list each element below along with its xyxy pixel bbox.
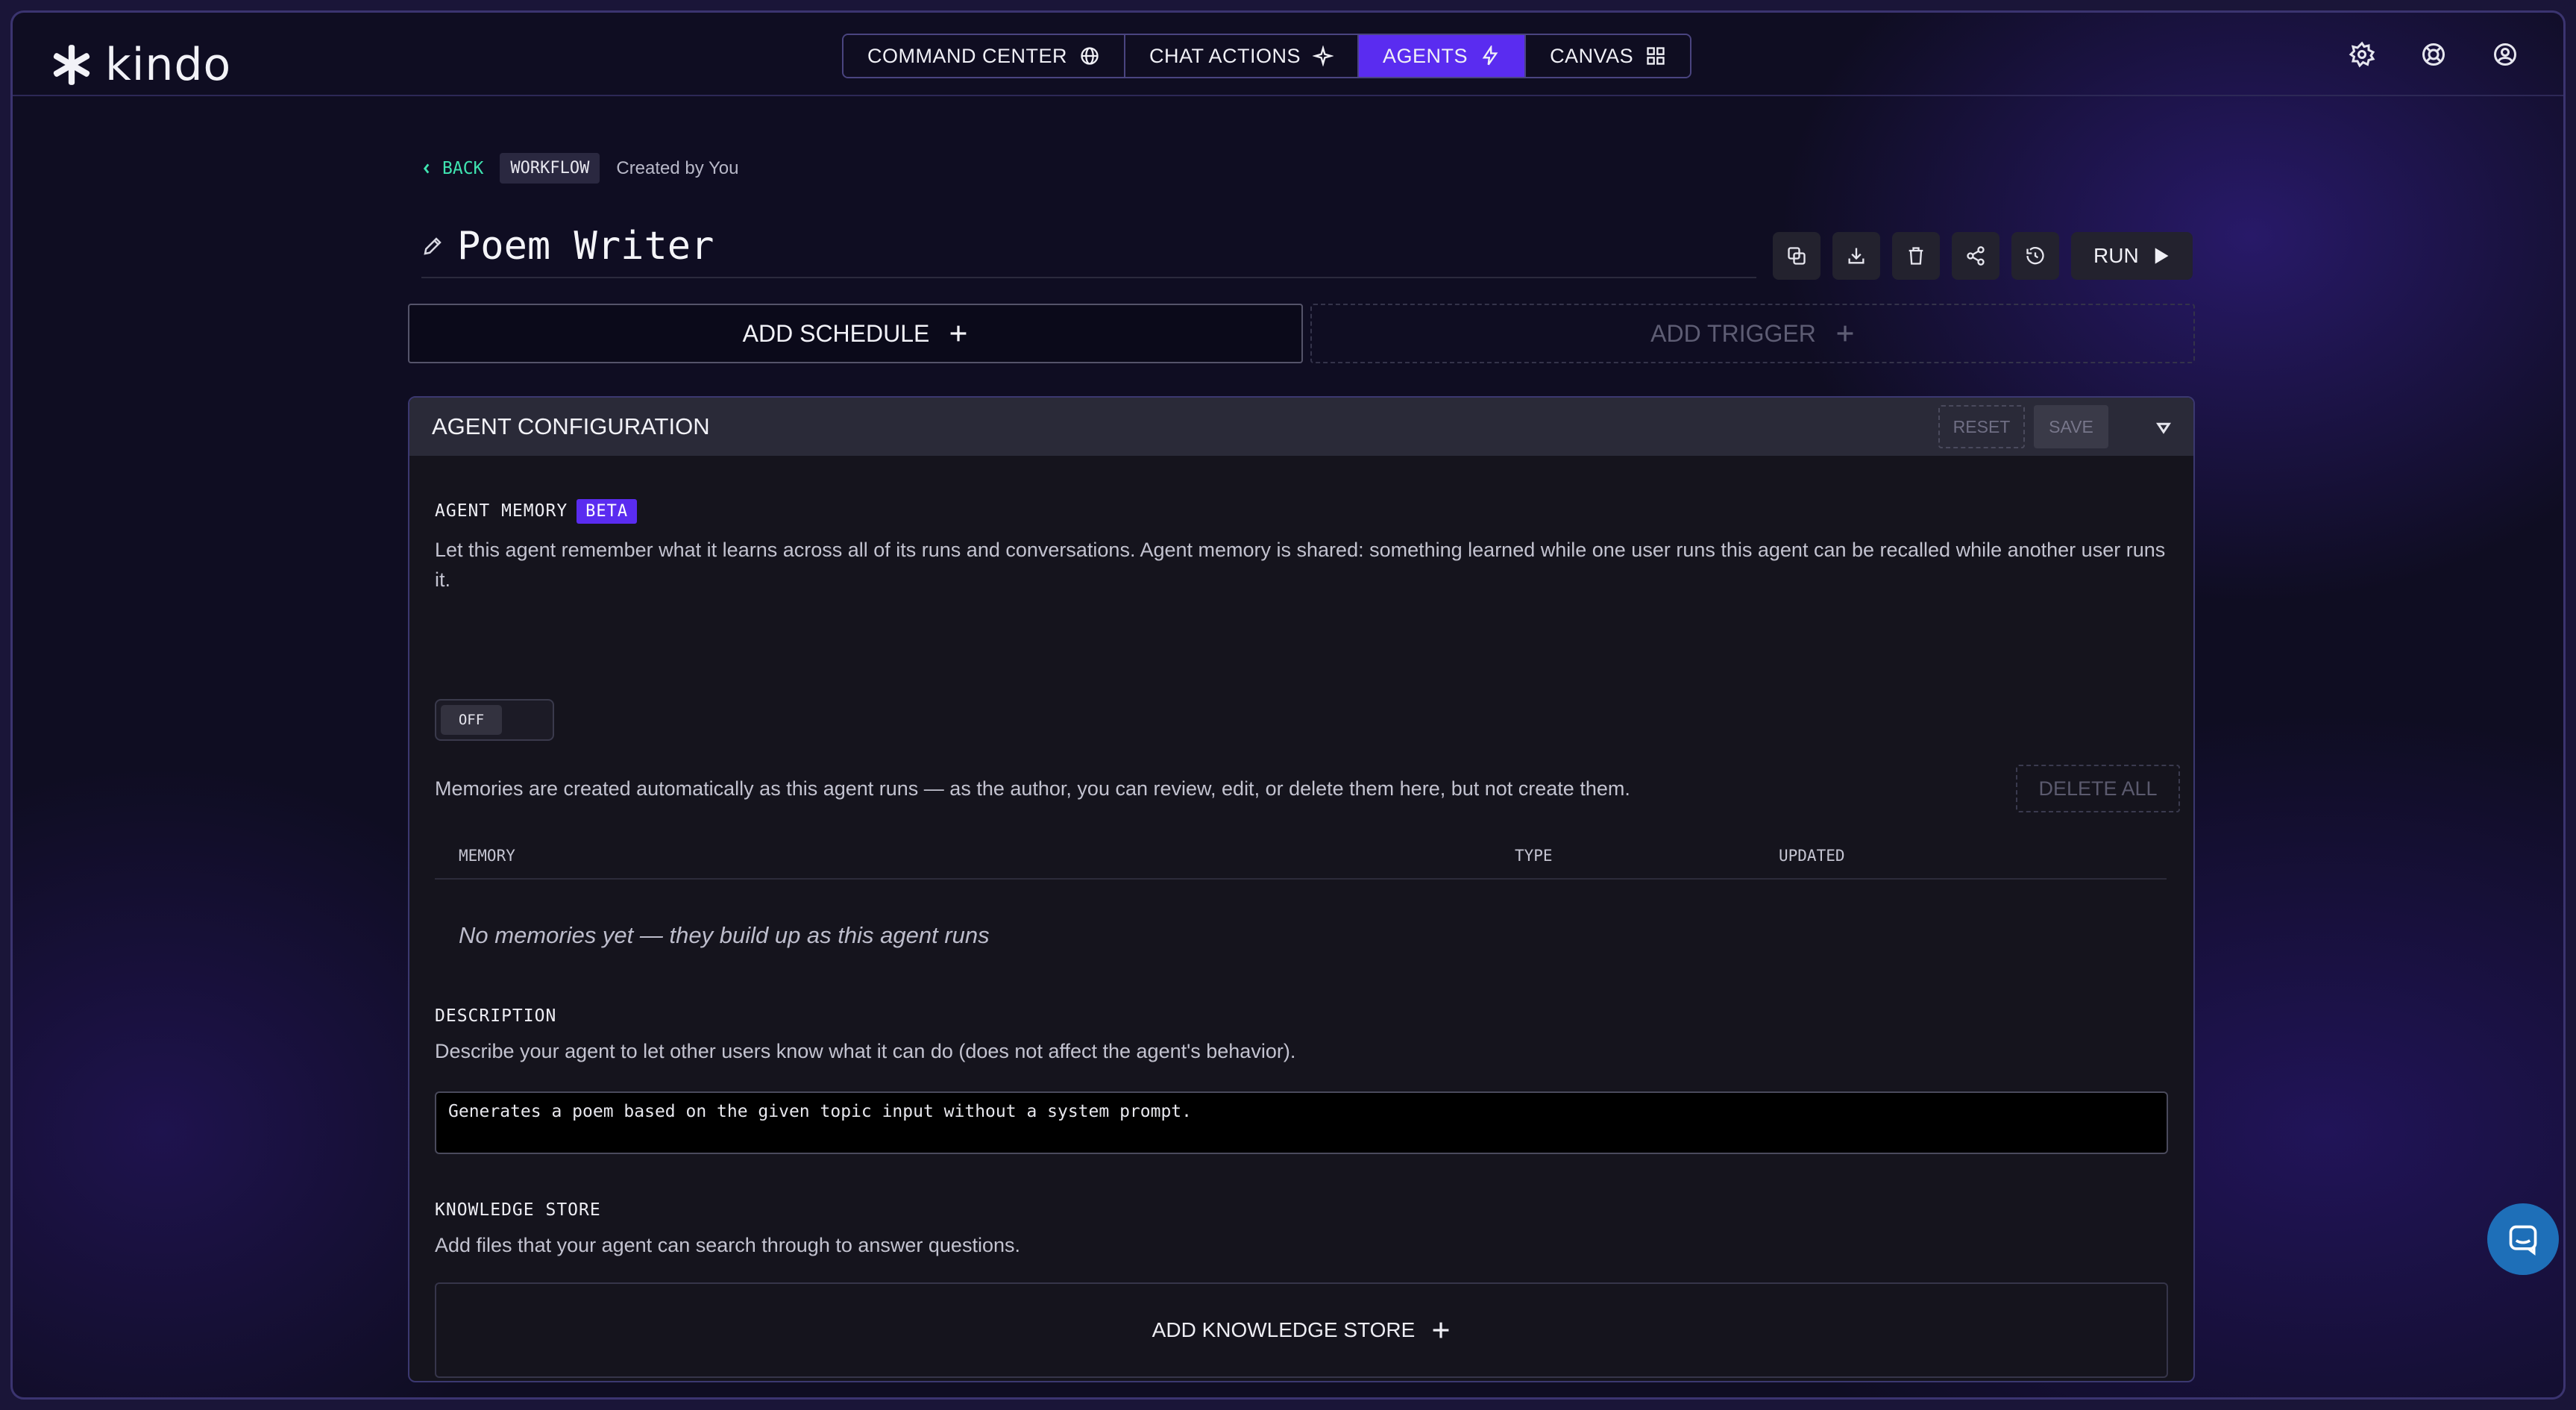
delete-button[interactable] (1892, 232, 1940, 280)
agent-actions: RUN (1773, 232, 2193, 280)
breadcrumb: BACK WORKFLOW Created by You (421, 153, 739, 184)
lightning-icon (1482, 46, 1498, 66)
created-by-text: Created by You (616, 157, 739, 178)
beta-badge: BETA (577, 499, 638, 524)
agent-memory-description: Let this agent remember what it learns a… (435, 539, 2166, 591)
chat-icon (2509, 1225, 2537, 1256)
back-link[interactable]: BACK (421, 159, 483, 178)
duplicate-icon (1788, 247, 1806, 265)
column-memory[interactable]: MEMORY (459, 847, 515, 865)
plus-icon (1837, 325, 1853, 342)
share-button[interactable] (1952, 232, 1999, 280)
duplicate-button[interactable] (1773, 232, 1821, 280)
title-row[interactable]: Poem Writer (421, 216, 1756, 278)
support-chat-button[interactable] (2487, 1203, 2559, 1275)
description-help: Describe your agent to let other users k… (435, 1040, 1296, 1062)
column-updated[interactable]: UPDATED (1779, 847, 1845, 865)
play-icon (2155, 248, 2169, 264)
chevron-left-icon (423, 163, 430, 174)
run-label: RUN (2093, 244, 2139, 267)
back-label: BACK (442, 158, 484, 178)
grid-icon (1647, 47, 1665, 65)
run-button[interactable]: RUN (2071, 232, 2193, 280)
panel-title: AGENT CONFIGURATION (432, 413, 710, 439)
memory-empty-state: No memories yet — they build up as this … (459, 922, 990, 948)
share-icon (1967, 246, 1985, 266)
tab-chat-actions[interactable]: CHAT ACTIONS (1125, 35, 1360, 77)
top-bar: kindo COMMAND CENTER CHAT ACTIONS AGENTS (13, 13, 2563, 96)
app-window: kindo COMMAND CENTER CHAT ACTIONS AGENTS (10, 10, 2566, 1400)
gear-icon[interactable] (2349, 41, 2375, 68)
main-nav: COMMAND CENTER CHAT ACTIONS AGENTS CANVA… (842, 34, 1692, 78)
tab-agents[interactable]: AGENTS (1359, 35, 1527, 77)
logo-text: kindo (105, 39, 232, 91)
tab-label: CHAT ACTIONS (1149, 44, 1301, 67)
asterisk-logo-icon (53, 45, 90, 85)
column-type[interactable]: TYPE (1515, 847, 1553, 865)
globe-icon (1081, 47, 1099, 65)
add-schedule-button[interactable]: ADD SCHEDULE (408, 304, 1303, 363)
description-input[interactable]: Generates a poem based on the given topi… (435, 1091, 2168, 1154)
memory-note: Memories are created automatically as th… (435, 777, 1630, 800)
add-trigger-button[interactable]: ADD TRIGGER (1310, 304, 2195, 363)
reset-button[interactable]: RESET (1938, 405, 2025, 448)
panel-header[interactable]: AGENT CONFIGURATION RESET SAVE (409, 398, 2193, 456)
plus-icon (1433, 1322, 1449, 1338)
history-button[interactable] (2011, 232, 2059, 280)
agent-title[interactable]: Poem Writer (457, 224, 714, 269)
download-button[interactable] (1832, 232, 1880, 280)
agent-memory-heading: AGENT MEMORY (435, 501, 568, 521)
tab-label: AGENTS (1383, 44, 1468, 67)
agent-configuration-panel: AGENT CONFIGURATION RESET SAVE AGENT MEM… (408, 396, 2195, 1382)
add-trigger-label: ADD TRIGGER (1650, 319, 1816, 347)
kindo-logo[interactable]: kindo (48, 40, 231, 90)
top-right-icons (2349, 41, 2519, 68)
account-icon[interactable] (2492, 41, 2519, 68)
add-knowledge-store-label: ADD KNOWLEDGE STORE (1152, 1318, 1416, 1341)
pencil-icon[interactable] (421, 235, 444, 257)
agent-memory-label: AGENT MEMORY BETA (435, 499, 638, 524)
add-knowledge-store-button[interactable]: ADD KNOWLEDGE STORE (435, 1282, 2168, 1378)
tab-command-center[interactable]: COMMAND CENTER (844, 35, 1125, 77)
tab-label: CANVAS (1550, 44, 1634, 67)
knowledge-store-label: KNOWLEDGE STORE (435, 1200, 601, 1220)
history-icon (2026, 247, 2044, 265)
help-ring-icon[interactable] (2420, 41, 2447, 68)
download-icon (1848, 248, 1865, 264)
knowledge-store-help: Add files that your agent can search thr… (435, 1234, 1020, 1256)
memory-table-header: MEMORY TYPE UPDATED (435, 842, 2167, 880)
toggle-knob: OFF (441, 705, 502, 735)
tab-canvas[interactable]: CANVAS (1526, 35, 1691, 77)
add-schedule-label: ADD SCHEDULE (742, 319, 930, 347)
save-button[interactable]: SAVE (2034, 405, 2108, 448)
trash-icon (1909, 247, 1923, 265)
sparkle-icon (1313, 46, 1334, 66)
plus-icon (950, 325, 967, 342)
delete-all-button[interactable]: DELETE ALL (2016, 765, 2180, 812)
collapse-triangle-icon[interactable] (2155, 419, 2173, 436)
description-label: DESCRIPTION (435, 1006, 557, 1026)
workflow-badge: WORKFLOW (500, 153, 600, 184)
memory-toggle[interactable]: OFF (435, 699, 554, 741)
tab-label: COMMAND CENTER (867, 44, 1067, 67)
